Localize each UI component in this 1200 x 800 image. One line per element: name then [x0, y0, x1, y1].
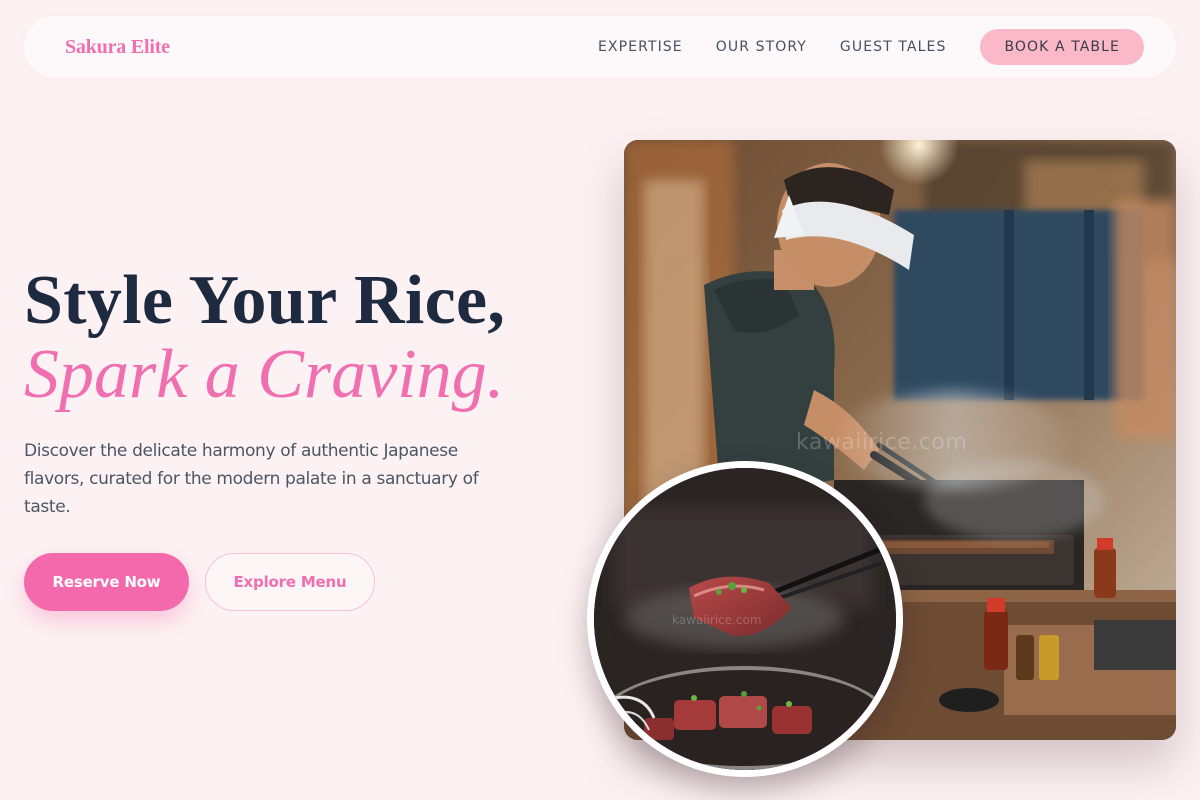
reserve-now-button[interactable]: Reserve Now — [24, 553, 189, 611]
nav-link-our-story[interactable]: OUR STORY — [716, 39, 807, 55]
nav-link-guest-tales[interactable]: GUEST TALES — [840, 39, 947, 55]
nav-links: EXPERTISE OUR STORY GUEST TALES BOOK A T… — [598, 29, 1144, 65]
landing-page: Sakura Elite EXPERTISE OUR STORY GUEST T… — [0, 0, 1200, 800]
wagyu-bowl-photo: kawaiirice.com — [587, 461, 903, 777]
main-photo-watermark: kawaiirice.com — [796, 430, 968, 455]
hero-description: Discover the delicate harmony of authent… — [24, 441, 479, 517]
nav-link-expertise[interactable]: EXPERTISE — [598, 39, 683, 55]
book-table-button[interactable]: BOOK A TABLE — [980, 29, 1144, 65]
explore-menu-button[interactable]: Explore Menu — [205, 553, 375, 611]
hero-title-line2: Spark a Craving. — [24, 336, 505, 413]
top-navigation: Sakura Elite EXPERTISE OUR STORY GUEST T… — [24, 16, 1176, 78]
circle-photo-watermark: kawaiirice.com — [672, 613, 762, 627]
brand-logo[interactable]: Sakura Elite — [65, 36, 170, 59]
hero-title-line1: Style Your Rice, — [24, 262, 506, 339]
